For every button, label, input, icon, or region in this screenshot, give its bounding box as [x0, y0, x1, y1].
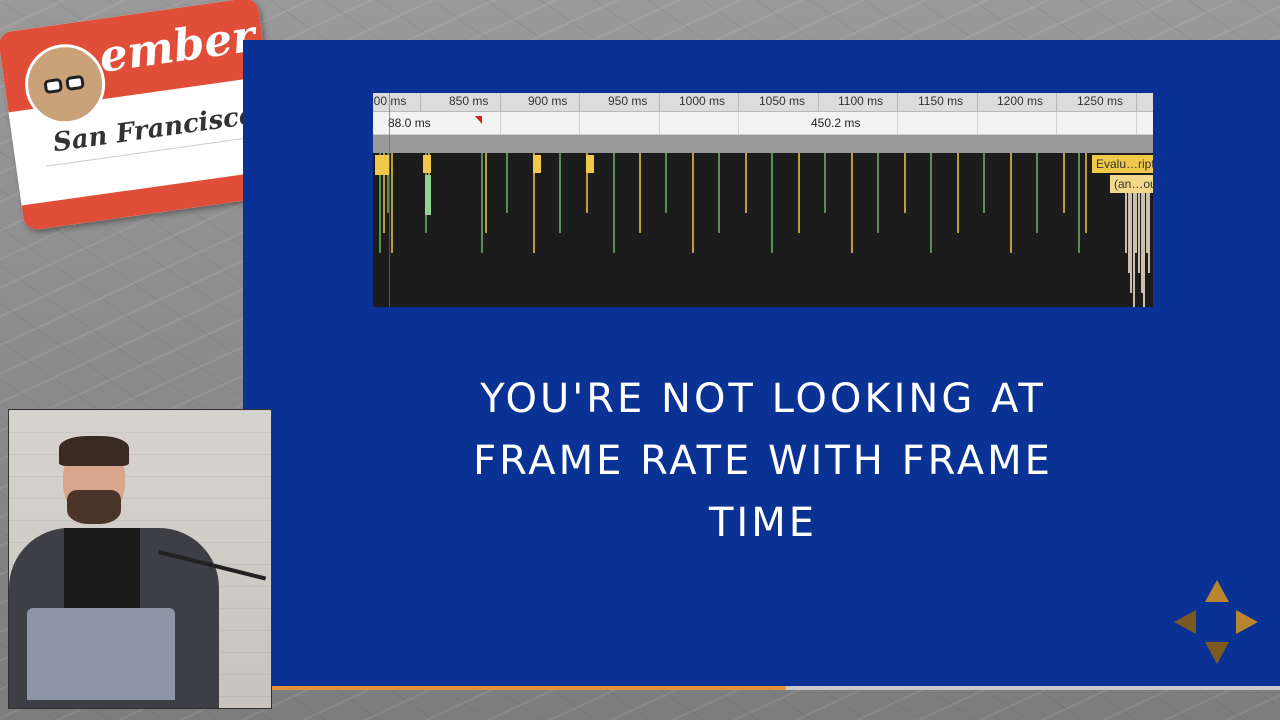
ruler-tick: 900 ms [528, 94, 568, 108]
flame-bar [506, 153, 508, 213]
flame-bar [1063, 153, 1065, 213]
flame-bar [485, 153, 487, 233]
tick-line [659, 93, 660, 111]
flame-bar [718, 153, 720, 233]
flame-bar [798, 153, 800, 233]
speaker-video [8, 409, 272, 709]
frame-divider [579, 112, 580, 134]
flame-bar [665, 153, 667, 213]
flame-block [533, 155, 541, 173]
frame-divider [1056, 112, 1057, 134]
frame-duration-label: 450.2 ms [811, 116, 861, 130]
flame-bar [639, 153, 641, 233]
flame-bar [957, 153, 959, 233]
flame-block [586, 155, 594, 173]
flame-bar [1148, 193, 1151, 273]
speaker-hair [59, 436, 129, 466]
warning-marker-icon [475, 116, 482, 124]
frame-divider [500, 112, 501, 134]
ruler-tick: 850 ms [449, 94, 489, 108]
flame-bar [1078, 153, 1080, 253]
evaluate-script-block: Evalu…ript [1092, 155, 1153, 173]
ruler-tick: 1000 ms [679, 94, 726, 108]
headline-line: YOU'RE NOT LOOKING AT [480, 376, 1046, 422]
tick-line [500, 93, 501, 111]
flame-bar [692, 153, 694, 253]
glasses-icon [41, 74, 89, 95]
lens-right [65, 74, 85, 92]
ruler-tick: 950 ms [608, 94, 648, 108]
flame-bar [877, 153, 879, 233]
arrow-left-icon[interactable] [1174, 610, 1196, 634]
tick-line [897, 93, 898, 111]
laptop-icon [27, 608, 175, 700]
tick-line [420, 93, 421, 111]
flame-bar [481, 153, 483, 253]
ember-sf-sticker: ember San Francisco [0, 0, 285, 232]
flame-bar [391, 153, 393, 253]
ruler-tick: 1100 ms [838, 94, 884, 108]
ruler-tick: 1050 ms [759, 94, 806, 108]
arrow-down-icon[interactable] [1205, 642, 1229, 664]
flame-bar [851, 153, 853, 253]
tick-line [738, 93, 739, 111]
frame-divider [1136, 112, 1137, 134]
frame-duration-label: 88.0 ms [388, 116, 431, 130]
frame-divider [897, 112, 898, 134]
frames-row: 88.0 ms 450.2 ms [373, 112, 1153, 135]
flame-chart [373, 153, 1153, 307]
frame-divider [977, 112, 978, 134]
ruler-tick: 1200 ms [997, 94, 1044, 108]
tick-line [1056, 93, 1057, 111]
frame-divider [659, 112, 660, 134]
ruler-tick: 1150 ms [918, 94, 964, 108]
flame-bar [1085, 153, 1087, 233]
flame-bar [1036, 153, 1038, 233]
arrow-right-icon[interactable] [1236, 610, 1258, 634]
slide-progress-fill [272, 686, 787, 690]
speaker-beard [67, 490, 121, 524]
tick-line [818, 93, 819, 111]
flame-bar [904, 153, 906, 213]
slide-progress-bar [272, 686, 1280, 690]
headline-line: FRAME RATE WITH FRAME [473, 438, 1053, 484]
slide-navigation [1172, 578, 1260, 666]
flame-bar [930, 153, 932, 253]
time-ruler: 800 ms 850 ms 900 ms 950 ms 1000 ms 1050… [373, 93, 1153, 112]
overview-band [373, 135, 1153, 153]
flame-bar [613, 153, 615, 253]
flame-bar [824, 153, 826, 213]
slide-headline: YOU'RE NOT LOOKING AT FRAME RATE WITH FR… [403, 368, 1123, 554]
flame-block [375, 155, 389, 175]
rendering-block [425, 175, 431, 215]
flame-bar [1010, 153, 1012, 253]
flame-bar [745, 153, 747, 213]
headline-line: TIME [708, 500, 817, 546]
anonymous-function-block: (an…ous) [1110, 175, 1153, 193]
ruler-tick: 1250 ms [1077, 94, 1124, 108]
tick-line [1136, 93, 1137, 111]
lens-left [43, 77, 64, 95]
tick-line [579, 93, 580, 111]
timeline-screenshot: 800 ms 850 ms 900 ms 950 ms 1000 ms 1050… [373, 93, 1153, 307]
flame-bar [771, 153, 773, 253]
frame-divider [738, 112, 739, 134]
tick-line [977, 93, 978, 111]
cursor-line [389, 93, 390, 307]
flame-bar [983, 153, 985, 213]
flame-block [423, 155, 431, 173]
flame-bar [559, 153, 561, 233]
arrow-up-icon[interactable] [1205, 580, 1229, 602]
